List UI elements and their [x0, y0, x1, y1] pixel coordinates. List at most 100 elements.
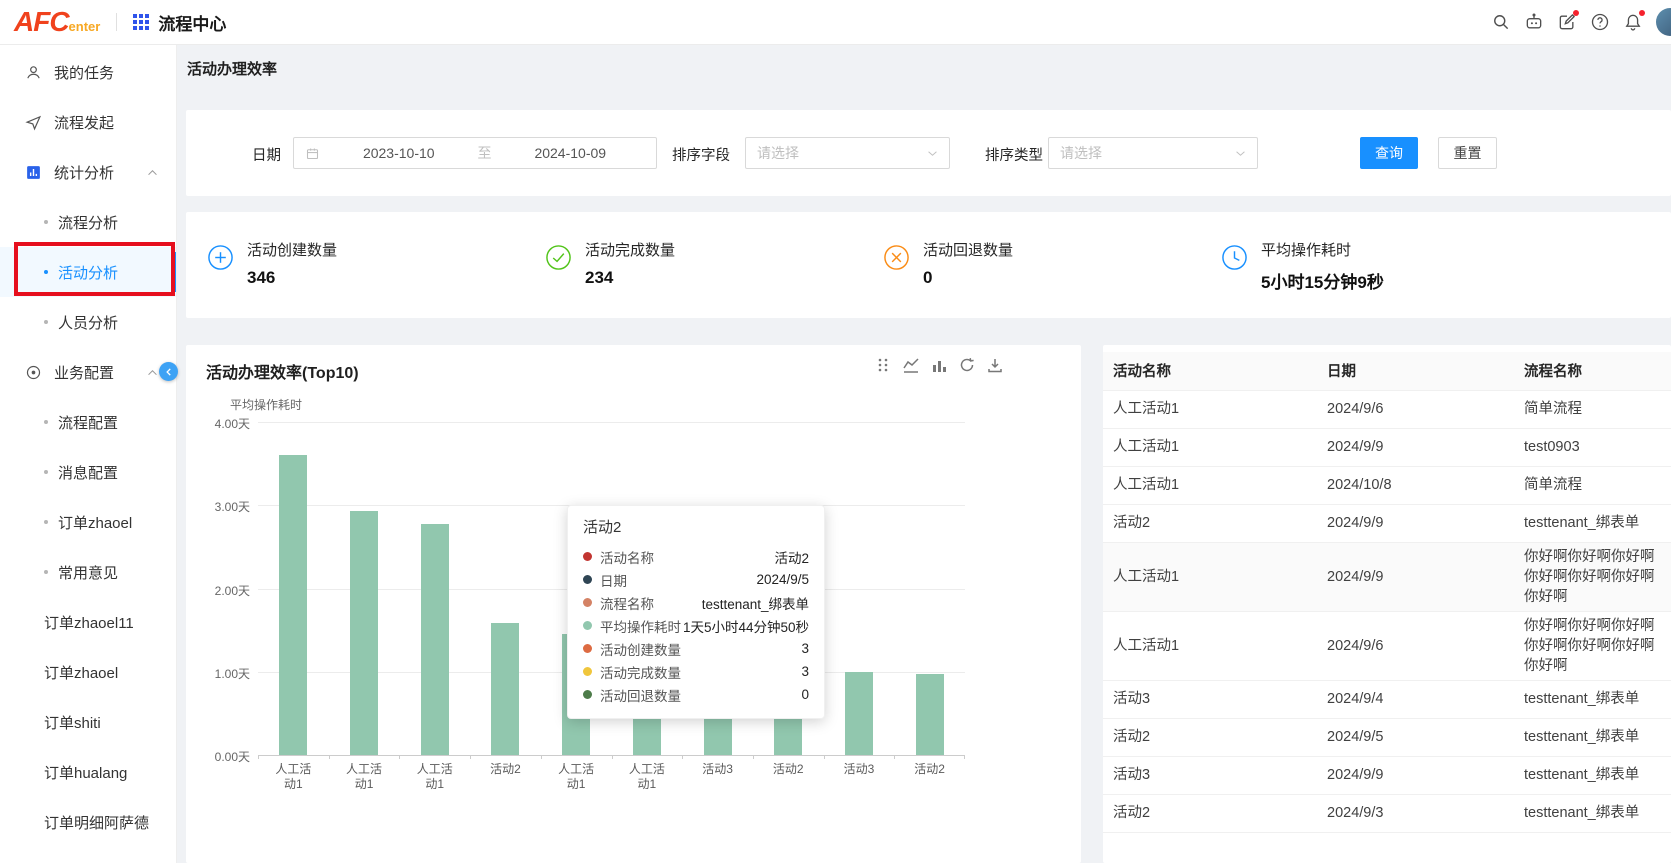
chart-bar[interactable]: [421, 524, 449, 755]
sidebar-item-order-zhaoel11[interactable]: 订单zhaoel11: [0, 597, 176, 647]
table-row[interactable]: 活动2 2024/9/9 testtenant_绑表单: [1103, 504, 1671, 542]
sidebar-item-process-analysis[interactable]: 流程分析: [0, 197, 176, 247]
x-axis-label: 活动3: [824, 762, 895, 777]
notification-bell-icon[interactable]: [1623, 12, 1643, 32]
axis-tick: [329, 755, 330, 759]
sidebar-item-order-hualang[interactable]: 订单hualang: [0, 747, 176, 797]
edit-icon[interactable]: [1557, 12, 1577, 32]
y-tick-label: 4.00天: [186, 415, 250, 432]
sidebar-item-business-config[interactable]: 业务配置: [0, 347, 176, 397]
y-tick-label: 0.00天: [186, 748, 250, 765]
sort-field-select[interactable]: 请选择: [745, 137, 950, 169]
table-row[interactable]: 活动2 2024/9/3 testtenant_绑表单: [1103, 794, 1671, 832]
chart-tooltip: 活动2 活动名称 活动2 日期 2024/9/5 流程名称 testtenant…: [567, 505, 825, 719]
axis-tick: [964, 755, 965, 759]
sidebar-item-personnel-analysis[interactable]: 人员分析: [0, 297, 176, 347]
date-label: 日期: [252, 144, 281, 165]
tooltip-dot: [583, 552, 592, 561]
axis-tick: [612, 755, 613, 759]
sidebar-item-process-start[interactable]: 流程发起: [0, 97, 176, 147]
reset-button[interactable]: 重置: [1438, 137, 1497, 169]
line-chart-icon[interactable]: [903, 357, 919, 373]
y-axis-labels: 4.00天3.00天2.00天1.00天0.00天: [186, 422, 250, 755]
stat-label: 活动回退数量: [923, 239, 1013, 260]
sidebar-item-message-config[interactable]: 消息配置: [0, 447, 176, 497]
sidebar-collapse-button[interactable]: [159, 362, 178, 381]
bar-chart-icon[interactable]: [931, 357, 947, 373]
axis-tick: [682, 755, 683, 759]
axis-tick: [753, 755, 754, 759]
notification-dot: [1639, 10, 1645, 16]
tooltip-value: 0: [801, 687, 809, 702]
search-icon[interactable]: [1491, 12, 1511, 32]
table-row[interactable]: 人工活动1 2024/9/6 你好啊你好啊你好啊你好啊你好啊你好啊你好啊: [1103, 611, 1671, 680]
logo-afc-text: AFC: [14, 8, 69, 36]
results-table: 活动名称 日期 流程名称 人工活动1 2024/9/6 简单流程 人工活动1 2…: [1103, 352, 1671, 833]
cell-date: 2024/9/4: [1317, 680, 1514, 718]
query-button[interactable]: 查询: [1360, 137, 1418, 169]
tooltip-title: 活动2: [583, 516, 809, 537]
table-row[interactable]: 活动2 2024/9/5 testtenant_绑表单: [1103, 718, 1671, 756]
sidebar-item-statistics[interactable]: 统计分析: [0, 147, 176, 197]
chevron-down-icon: [1235, 150, 1246, 157]
user-avatar[interactable]: [1656, 8, 1671, 36]
x-axis-label: 人工活动1: [399, 762, 470, 792]
date-from-value[interactable]: 2023-10-10: [324, 145, 474, 161]
date-to-value[interactable]: 2024-10-09: [496, 145, 646, 161]
x-axis-label: 活动3: [682, 762, 753, 777]
date-range-picker[interactable]: 2023-10-10 至 2024-10-09: [293, 137, 657, 169]
cell-process-name: 你好啊你好啊你好啊你好啊你好啊你好啊你好啊: [1514, 611, 1671, 680]
sort-type-select[interactable]: 请选择: [1048, 137, 1258, 169]
download-icon[interactable]: [987, 357, 1003, 373]
tooltip-label: 平均操作耗时: [600, 616, 681, 636]
sidebar-item-label: 活动分析: [58, 262, 118, 283]
cell-activity-name: 人工活动1: [1103, 390, 1317, 428]
sidebar-item-order-zhaoel-2[interactable]: 订单zhaoel: [0, 647, 176, 697]
table-row[interactable]: 活动3 2024/9/9 testtenant_绑表单: [1103, 756, 1671, 794]
chart-bar[interactable]: [845, 672, 873, 755]
apps-grid-icon[interactable]: [133, 14, 149, 30]
chart-bar[interactable]: [350, 511, 378, 755]
table-row[interactable]: 人工活动1 2024/9/6 简单流程: [1103, 390, 1671, 428]
sidebar-item-order-zhaoel[interactable]: 订单zhaoel: [0, 497, 176, 547]
sidebar-item-common-opinions[interactable]: 常用意见: [0, 547, 176, 597]
sidebar-item-order-shiti[interactable]: 订单shiti: [0, 697, 176, 747]
data-view-icon[interactable]: [875, 357, 891, 373]
help-icon[interactable]: [1590, 12, 1610, 32]
chart-bar[interactable]: [916, 674, 944, 755]
gridline: [258, 422, 965, 423]
refresh-icon[interactable]: [959, 357, 975, 373]
chart-bar[interactable]: [491, 623, 519, 755]
tooltip-value: 活动2: [774, 547, 809, 567]
table-row[interactable]: 活动3 2024/9/4 testtenant_绑表单: [1103, 680, 1671, 718]
user-icon: [25, 64, 42, 81]
tooltip-label: 活动创建数量: [600, 639, 681, 659]
cell-date: 2024/9/6: [1317, 390, 1514, 428]
cell-date: 2024/9/5: [1317, 718, 1514, 756]
stat-value: 0: [923, 268, 1013, 288]
chart-toolbar: [875, 357, 1003, 373]
cell-process-name: 你好啊你好啊你好啊你好啊你好啊你好啊你好啊: [1514, 542, 1671, 611]
cell-activity-name: 活动2: [1103, 794, 1317, 832]
sidebar-item-order-detail[interactable]: 订单明细阿萨德: [0, 797, 176, 847]
table-row[interactable]: 人工活动1 2024/10/8 简单流程: [1103, 466, 1671, 504]
x-axis-labels: 人工活动1人工活动1人工活动1活动2人工活动1人工活动1活动3活动2活动3活动2: [258, 762, 965, 802]
cell-activity-name: 活动3: [1103, 756, 1317, 794]
chart-bar[interactable]: [279, 455, 307, 755]
sidebar-item-label: 订单shiti: [44, 712, 101, 733]
chevron-down-icon: [927, 150, 938, 157]
tooltip-value: 1天5小时44分钟50秒: [683, 616, 809, 636]
cell-activity-name: 人工活动1: [1103, 428, 1317, 466]
table-row[interactable]: 人工活动1 2024/9/9 你好啊你好啊你好啊你好啊你好啊你好啊你好啊: [1103, 542, 1671, 611]
sidebar-item-my-tasks[interactable]: 我的任务: [0, 47, 176, 97]
sidebar-item-label: 常用意见: [58, 562, 118, 583]
app-logo[interactable]: AFC enter: [14, 8, 100, 36]
table-row[interactable]: 人工活动1 2024/9/9 test0903: [1103, 428, 1671, 466]
plus-circle-icon: [207, 244, 234, 271]
sidebar-item-process-config[interactable]: 流程配置: [0, 397, 176, 447]
ai-assistant-icon[interactable]: [1524, 12, 1544, 32]
sidebar-item-label: 订单hualang: [44, 762, 127, 783]
x-axis-line: [258, 755, 965, 756]
cell-activity-name: 活动2: [1103, 504, 1317, 542]
sidebar-item-activity-analysis[interactable]: 活动分析: [0, 247, 176, 297]
